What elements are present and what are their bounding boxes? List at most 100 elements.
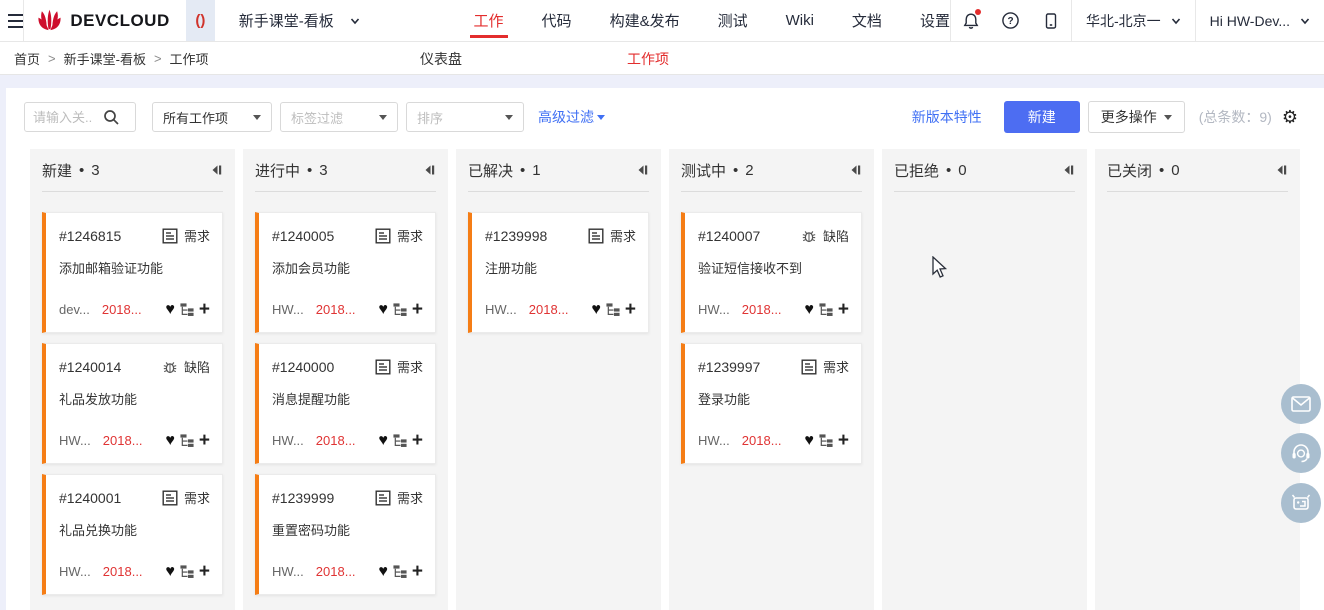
menu-item-docs[interactable]: 文档 [852, 0, 882, 41]
collapse-column-icon[interactable] [1275, 164, 1288, 176]
project-braces-icon[interactable]: () [186, 0, 215, 41]
favorite-heart-icon[interactable]: ♥ [165, 302, 175, 318]
work-item-type: 缺陷 [162, 357, 210, 376]
help-icon[interactable]: ? [991, 0, 1031, 41]
add-child-icon[interactable]: + [412, 562, 423, 581]
breadcrumb-separator: > [154, 51, 162, 66]
hierarchy-tree-icon[interactable] [179, 302, 195, 317]
work-item-card[interactable]: #1239998 需求 注册功能 HW... 2018... ♥+ [468, 212, 649, 333]
region-selector[interactable]: 华北-北京一 [1072, 0, 1195, 41]
hierarchy-tree-icon[interactable] [392, 564, 408, 579]
menu-item-test[interactable]: 测试 [718, 0, 748, 41]
svg-text:?: ? [1008, 16, 1014, 27]
collapse-column-icon[interactable] [636, 164, 649, 176]
new-version-link[interactable]: 新版本特性 [912, 107, 982, 127]
work-item-card[interactable]: #1239999 需求 重置密码功能 HW... 2018... ♥+ [255, 474, 436, 595]
gear-icon[interactable]: ⚙ [1282, 108, 1298, 126]
card-list: #1239998 需求 注册功能 HW... 2018... ♥+ [468, 192, 649, 343]
notifications-bell-icon[interactable] [951, 0, 991, 41]
work-item-id: #1239999 [272, 490, 334, 506]
add-child-icon[interactable]: + [838, 300, 849, 319]
add-child-icon[interactable]: + [199, 562, 210, 581]
devcloud-logo[interactable]: DEVCLOUD [24, 0, 185, 41]
favorite-heart-icon[interactable]: ♥ [378, 564, 388, 580]
navbar-right: ? 华北-北京一 Hi HW-Dev... [950, 0, 1324, 41]
menu-item-code[interactable]: 代码 [542, 0, 572, 41]
kanban-column-rejected: 已拒绝•0 [882, 149, 1087, 610]
work-item-id: #1240005 [272, 228, 334, 244]
collapse-column-icon[interactable] [849, 164, 862, 176]
work-item-card[interactable]: #1240005 需求 添加会员功能 HW... 2018... ♥+ [255, 212, 436, 333]
tab-workitems[interactable]: 工作项 [627, 42, 669, 75]
chevron-down-icon [350, 16, 360, 26]
add-child-icon[interactable]: + [412, 431, 423, 450]
hierarchy-tree-icon[interactable] [605, 302, 621, 317]
card-list: #1240007 缺陷 验证短信接收不到 HW... 2018... ♥+ #1… [681, 192, 862, 474]
favorite-heart-icon[interactable]: ♥ [378, 302, 388, 318]
mobile-app-icon[interactable] [1031, 0, 1071, 41]
add-child-icon[interactable]: + [199, 300, 210, 319]
collapse-column-icon[interactable] [423, 164, 436, 176]
work-item-card[interactable]: #1240007 缺陷 验证短信接收不到 HW... 2018... ♥+ [681, 212, 862, 333]
bug-icon [801, 228, 817, 244]
hierarchy-tree-icon[interactable] [179, 564, 195, 579]
hierarchy-tree-icon[interactable] [818, 302, 834, 317]
workitem-filter-dropdown[interactable]: 所有工作项 [152, 102, 272, 132]
favorite-heart-icon[interactable]: ♥ [591, 302, 601, 318]
work-item-card[interactable]: #1240000 需求 消息提醒功能 HW... 2018... ♥+ [255, 343, 436, 464]
hierarchy-tree-icon[interactable] [818, 433, 834, 448]
feedback-mail-button[interactable] [1281, 384, 1321, 424]
menu-item-wiki[interactable]: Wiki [786, 0, 814, 41]
favorite-heart-icon[interactable]: ♥ [165, 433, 175, 449]
favorite-heart-icon[interactable]: ♥ [804, 433, 814, 449]
menu-item-build[interactable]: 构建&发布 [610, 0, 680, 41]
favorite-heart-icon[interactable]: ♥ [378, 433, 388, 449]
total-count-label: (总条数：9) [1199, 107, 1272, 127]
hamburger-menu-icon[interactable] [0, 0, 23, 41]
work-item-title: 添加会员功能 [272, 258, 423, 277]
requirement-icon [375, 228, 391, 244]
create-button[interactable]: 新建 [1004, 101, 1080, 133]
work-item-type: 需求 [801, 357, 849, 376]
work-item-type: 需求 [375, 226, 423, 245]
tag-filter-dropdown[interactable]: 标签过滤 [280, 102, 398, 132]
menu-item-settings[interactable]: 设置 [920, 0, 950, 41]
search-input[interactable] [33, 110, 103, 125]
chatbot-button[interactable] [1281, 483, 1321, 523]
project-selector[interactable]: 新手课堂-看板 [215, 0, 384, 41]
add-child-icon[interactable]: + [412, 300, 423, 319]
toolbar: 所有工作项 标签过滤 排序 高级过滤 新版本特性 新建 更多操作 (总条数：9)… [6, 88, 1324, 143]
main-menu: 工作 代码 构建&发布 测试 Wiki 文档 设置 [474, 0, 950, 41]
collapse-column-icon[interactable] [210, 164, 223, 176]
work-item-card[interactable]: #1240014 缺陷 礼品发放功能 HW... 2018... ♥+ [42, 343, 223, 464]
dropdown-arrow-icon [505, 115, 513, 120]
work-item-card[interactable]: #1239997 需求 登录功能 HW... 2018... ♥+ [681, 343, 862, 464]
hierarchy-tree-icon[interactable] [392, 433, 408, 448]
hierarchy-tree-icon[interactable] [179, 433, 195, 448]
support-button[interactable] [1281, 433, 1321, 473]
add-child-icon[interactable]: + [838, 431, 849, 450]
search-icon[interactable] [103, 109, 120, 126]
tab-dashboard[interactable]: 仪表盘 [420, 42, 462, 75]
breadcrumb-project[interactable]: 新手课堂-看板 [64, 49, 146, 68]
dropdown-arrow-icon [1164, 115, 1172, 120]
advanced-filter-link[interactable]: 高级过滤 [538, 107, 605, 127]
add-child-icon[interactable]: + [199, 431, 210, 450]
top-navbar: DEVCLOUD () 新手课堂-看板 工作 代码 构建&发布 测试 Wiki … [0, 0, 1324, 42]
more-actions-button[interactable]: 更多操作 [1088, 101, 1185, 133]
breadcrumb-home[interactable]: 首页 [14, 49, 40, 68]
work-item-card[interactable]: #1240001 需求 礼品兑换功能 HW... 2018... ♥+ [42, 474, 223, 595]
menu-item-work[interactable]: 工作 [474, 0, 504, 41]
sort-dropdown[interactable]: 排序 [406, 102, 524, 132]
favorite-heart-icon[interactable]: ♥ [165, 564, 175, 580]
collapse-column-icon[interactable] [1062, 164, 1075, 176]
work-item-card[interactable]: #1246815 需求 添加邮箱验证功能 dev... 2018... ♥+ [42, 212, 223, 333]
column-title: 已关闭•0 [1107, 160, 1180, 181]
hierarchy-tree-icon[interactable] [392, 302, 408, 317]
add-child-icon[interactable]: + [625, 300, 636, 319]
headset-icon [1290, 442, 1312, 464]
work-item-owner: dev... [59, 302, 90, 317]
user-menu[interactable]: Hi HW-Dev... [1196, 0, 1324, 41]
favorite-heart-icon[interactable]: ♥ [804, 302, 814, 318]
work-item-date: 2018... [103, 564, 143, 579]
